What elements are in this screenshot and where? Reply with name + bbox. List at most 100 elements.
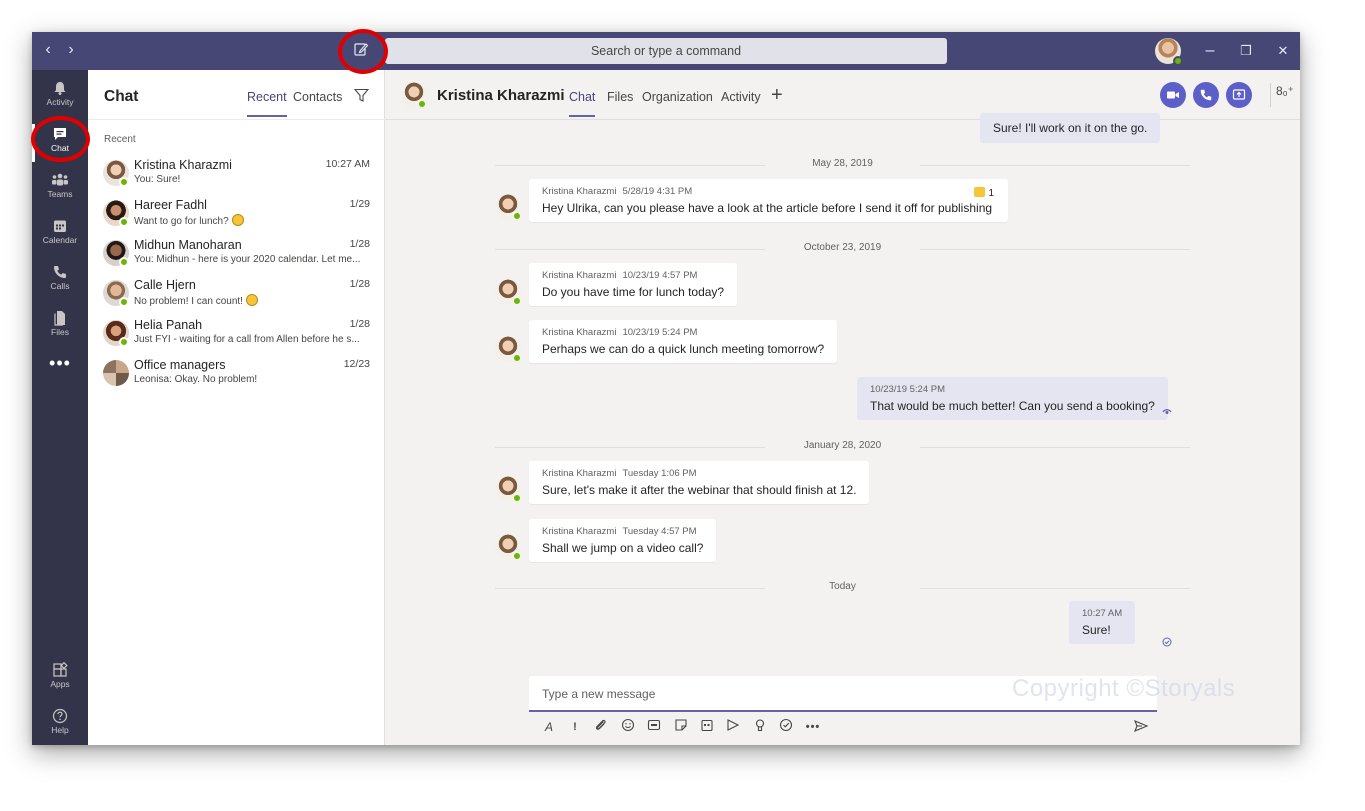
group-avatar xyxy=(103,360,129,386)
bell-icon xyxy=(54,82,66,95)
message-time: 10/23/19 4:57 PM xyxy=(622,270,698,281)
audio-call-button[interactable] xyxy=(1193,82,1219,108)
message-bubble-own[interactable]: Sure! I'll work on it on the go. xyxy=(980,113,1161,143)
message-time: 10/23/19 5:24 PM xyxy=(622,327,698,338)
presence-badge xyxy=(512,551,522,561)
date-label: January 28, 2020 xyxy=(795,440,890,451)
search-input[interactable]: Search or type a command xyxy=(385,38,947,64)
chat-list-item[interactable]: Helia Panah Just FYI - waiting for a cal… xyxy=(88,316,385,356)
chat-list-item[interactable]: Kristina Kharazmi You: Sure! 10:27 AM xyxy=(88,156,385,196)
important-icon[interactable]: ! xyxy=(566,718,584,736)
date-separator: Today xyxy=(495,581,1190,595)
chat-list-panel: Chat Recent Contacts Recent Kristina Kha… xyxy=(88,70,385,745)
watermark: Copyright ©Storyals xyxy=(1012,675,1236,702)
message-bubble[interactable]: Kristina Kharazmi Tuesday 4:57 PM Shall w… xyxy=(529,519,717,562)
message-bubble[interactable]: Kristina Kharazmi 10/23/19 5:24 PM Perhap… xyxy=(529,320,838,363)
gif-icon[interactable] xyxy=(645,718,663,736)
contact-name: Kristina Kharazmi xyxy=(437,87,565,104)
praise-icon[interactable] xyxy=(751,718,769,736)
message-pane: Sure! I'll work on it on the go. May 28,… xyxy=(385,113,1300,700)
format-icon[interactable]: A xyxy=(540,718,558,736)
tab-activity[interactable]: Activity xyxy=(721,90,761,104)
message-bubble-own[interactable]: 10:27 AM Sure! xyxy=(1069,601,1136,644)
tab-files[interactable]: Files xyxy=(607,90,633,104)
back-icon[interactable]: ‹ xyxy=(38,41,58,59)
add-tab-icon[interactable]: + xyxy=(771,84,783,107)
app-rail: Activity Chat Teams Calendar Calls Files… xyxy=(32,70,88,745)
help-icon xyxy=(52,708,68,724)
presence-badge xyxy=(1173,56,1183,66)
sticker-icon[interactable] xyxy=(672,718,690,736)
tab-contacts[interactable]: Contacts xyxy=(293,90,342,104)
emoji-icon[interactable] xyxy=(619,718,637,736)
video-call-button[interactable] xyxy=(1160,82,1186,108)
rail-item-apps[interactable]: Apps xyxy=(32,656,88,702)
chat-preview: No problem! I can count! xyxy=(134,294,360,307)
date-separator: January 28, 2020 xyxy=(495,440,1190,454)
minimize-icon[interactable]: – xyxy=(1199,40,1221,62)
participants-icon[interactable]: 8₀⁺ xyxy=(1276,84,1294,98)
message-text: Hey Ulrika, can you please have a look a… xyxy=(542,201,993,215)
message-author: Kristina Kharazmi xyxy=(542,526,617,537)
message-text: Perhaps we can do a quick lunch meeting … xyxy=(542,342,825,356)
chat-preview: You: Sure! xyxy=(134,174,181,185)
presence-badge xyxy=(512,493,522,503)
rail-item-teams[interactable]: Teams xyxy=(32,166,88,212)
panel-title: Chat xyxy=(104,88,139,105)
chat-time: 1/28 xyxy=(349,238,370,250)
rail-label: Teams xyxy=(47,189,73,199)
attach-icon[interactable] xyxy=(592,718,610,736)
more-apps-icon[interactable]: ••• xyxy=(32,353,88,374)
files-icon xyxy=(54,311,65,326)
chat-list-item[interactable]: Calle Hjern No problem! I can count! 1/2… xyxy=(88,276,385,316)
message-meta: Kristina Kharazmi 10/23/19 4:57 PM xyxy=(542,270,724,281)
more-options-icon[interactable]: ••• xyxy=(804,718,822,736)
chat-preview: Leonisa: Okay. No problem! xyxy=(134,374,258,385)
rail-item-files[interactable]: Files xyxy=(32,304,88,350)
rail-item-help[interactable]: Help xyxy=(32,702,88,745)
message-bubble-own[interactable]: 10/23/19 5:24 PM That would be much bett… xyxy=(857,377,1168,420)
rail-item-activity[interactable]: Activity xyxy=(32,74,88,120)
chat-time: 1/28 xyxy=(349,318,370,330)
tab-chat[interactable]: Chat xyxy=(569,90,596,117)
section-label: Recent xyxy=(104,134,136,145)
chat-list-item[interactable]: Midhun Manoharan You: Midhun - here is y… xyxy=(88,236,385,276)
close-icon[interactable]: ✕ xyxy=(1272,40,1294,62)
presence-badge xyxy=(119,257,129,267)
tab-recent[interactable]: Recent xyxy=(247,90,287,117)
date-label: Today xyxy=(821,581,864,592)
approvals-icon[interactable] xyxy=(777,718,795,736)
seen-eye-icon xyxy=(1162,409,1172,414)
sent-check-icon xyxy=(1162,637,1172,647)
reaction[interactable]: 1 xyxy=(974,187,994,199)
message-text: Sure! I'll work on it on the go. xyxy=(993,121,1148,135)
rail-label: Files xyxy=(51,327,69,337)
date-separator: May 28, 2019 xyxy=(495,158,1190,172)
send-button[interactable] xyxy=(1133,718,1151,736)
message-meta: Kristina Kharazmi 10/23/19 5:24 PM xyxy=(542,327,824,338)
rail-item-calls[interactable]: Calls xyxy=(32,258,88,304)
maximize-icon[interactable]: ❐ xyxy=(1235,40,1257,62)
avatar[interactable] xyxy=(1155,38,1183,66)
message-meta: Kristina Kharazmi Tuesday 1:06 PM xyxy=(542,468,856,479)
chat-list-item[interactable]: Office managers Leonisa: Okay. No proble… xyxy=(88,356,385,396)
forward-icon[interactable]: › xyxy=(61,41,81,59)
message-bubble[interactable]: Kristina Kharazmi Tuesday 1:06 PM Sure, l… xyxy=(529,461,870,504)
rail-item-calendar[interactable]: Calendar xyxy=(32,212,88,258)
phone-icon xyxy=(1200,89,1212,101)
date-label: October 23, 2019 xyxy=(795,242,890,253)
message-bubble[interactable]: Kristina Kharazmi 10/23/19 4:57 PM Do you… xyxy=(529,263,738,306)
rail-label: Apps xyxy=(50,679,70,689)
schedule-meeting-icon[interactable] xyxy=(698,718,716,736)
message-meta: Kristina Kharazmi Tuesday 4:57 PM xyxy=(542,526,703,537)
tab-organization[interactable]: Organization xyxy=(642,90,713,104)
chat-name: Midhun Manoharan xyxy=(134,238,242,252)
chat-time: 10:27 AM xyxy=(325,158,370,170)
message-bubble[interactable]: Kristina Kharazmi 5/28/19 4:31 PM Hey Ulr… xyxy=(529,179,1008,222)
title-bar: ‹ › Search or type a command – ❐ ✕ xyxy=(32,32,1300,70)
share-screen-button[interactable] xyxy=(1226,82,1252,108)
chat-list-item[interactable]: Hareer Fadhl Want to go for lunch? 1/29 xyxy=(88,196,385,236)
stream-icon[interactable] xyxy=(724,718,742,736)
filter-icon[interactable] xyxy=(353,88,370,108)
date-separator: October 23, 2019 xyxy=(495,242,1190,256)
